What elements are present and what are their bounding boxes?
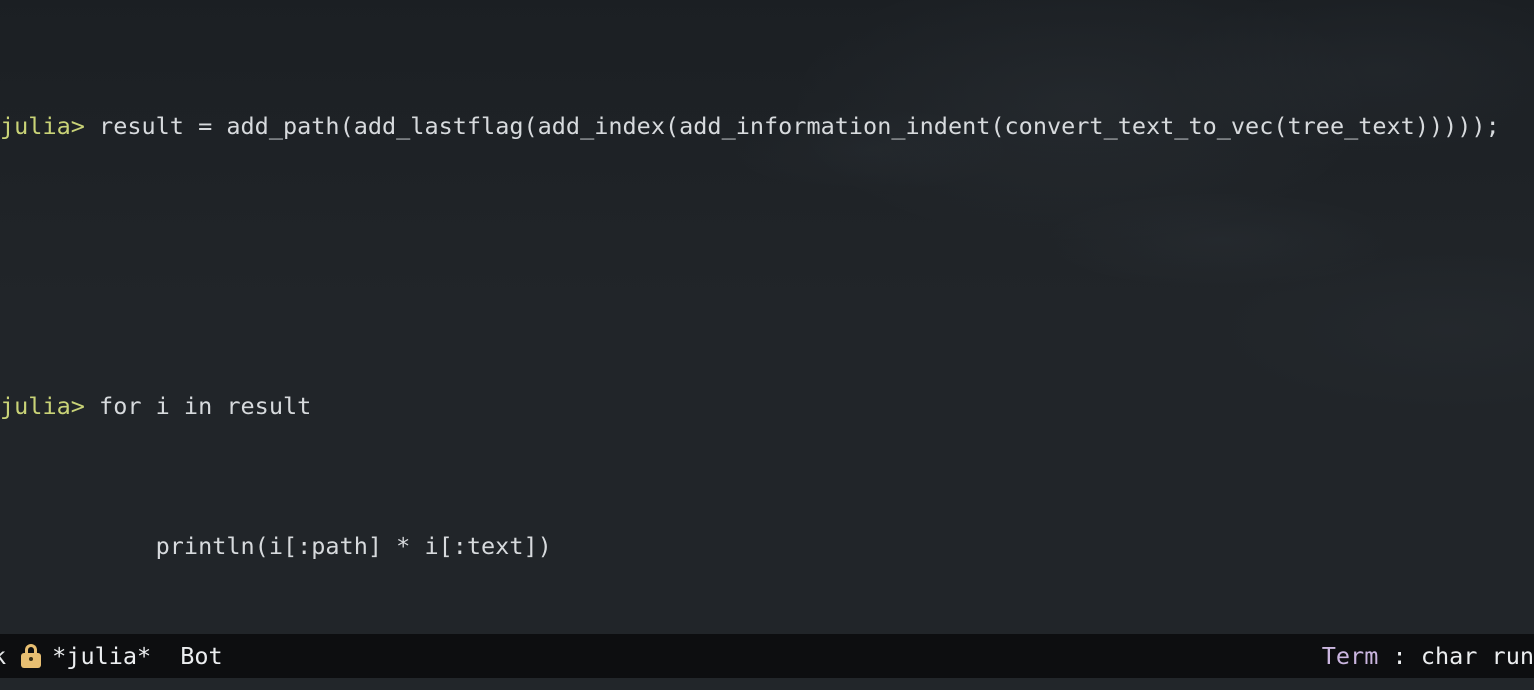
lock-icon — [20, 644, 42, 668]
repl-command-text: for i in result — [99, 392, 312, 420]
scroll-position-label: Bot — [180, 642, 223, 670]
buffer-name-label[interactable]: *julia* — [52, 642, 151, 670]
emacs-mode-line[interactable]: k *julia* Bot Term : char run — [0, 634, 1534, 678]
clipped-status-text: k — [0, 642, 6, 670]
repl-input-line: julia> result = add_path(add_lastflag(ad… — [0, 112, 1534, 140]
repl-input-line: julia> for i in result — [0, 392, 1534, 420]
terminal-output-area[interactable]: julia> result = add_path(add_lastflag(ad… — [0, 0, 1534, 690]
major-mode-label[interactable]: Term — [1322, 642, 1379, 670]
mode-separator: : — [1378, 642, 1421, 670]
mode-line-right-group: Term : char run — [1322, 642, 1534, 670]
minor-mode-label[interactable]: char run — [1421, 642, 1534, 670]
window-bottom-strip — [0, 678, 1534, 690]
mode-line-left-group: k *julia* Bot — [0, 642, 223, 670]
repl-command-text: println(i[:path] * i[:text]) — [0, 532, 552, 560]
julia-prompt: julia> — [0, 112, 100, 140]
julia-prompt: julia> — [0, 392, 100, 420]
terminal-screen: julia> result = add_path(add_lastflag(ad… — [0, 0, 1534, 690]
repl-continuation-line: println(i[:path] * i[:text]) — [0, 532, 1534, 560]
repl-command-text: result = add_path(add_lastflag(add_index… — [99, 112, 1500, 140]
